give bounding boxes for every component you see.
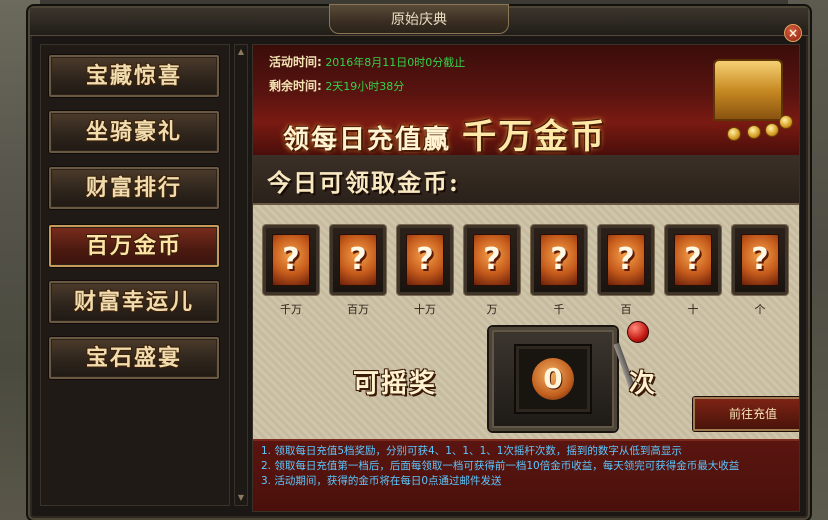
mystery-card-icon: ?	[272, 234, 310, 286]
banner-title-highlight: 千万金币	[462, 117, 607, 157]
card-label: 十万	[414, 303, 436, 316]
gold-coin-icon	[779, 115, 793, 129]
note-line: 2. 领取每日充值第一档后，后面每领取一档可获得前一档10倍金币收益，每天领完可…	[261, 460, 740, 472]
sidebar-item-gem-feast[interactable]: 宝石盛宴	[49, 337, 219, 379]
event-window: 原始庆典 × 宝藏惊喜 坐骑豪礼 财富排行 百万金币 财富幸运儿 宝石盛宴 ▲ …	[28, 4, 810, 520]
card-label: 百	[620, 303, 632, 316]
sidebar-item-lucky-wealth[interactable]: 财富幸运儿	[49, 281, 219, 323]
digit-card-million: ?	[330, 225, 386, 295]
note-line: 1. 领取每日充值5档奖励，分别可获4、1、1、1、1次摇杆次数，摇到的数字从低…	[261, 445, 682, 457]
slot-machine: 0	[489, 327, 617, 431]
card-label: 千万	[280, 303, 302, 316]
mystery-card-icon: ?	[406, 234, 444, 286]
digit-card-ten-million: ?	[263, 225, 319, 295]
sidebar: 宝藏惊喜 坐骑豪礼 财富排行 百万金币 财富幸运儿 宝石盛宴	[40, 44, 230, 506]
digit-card-hundred-thousand: ?	[397, 225, 453, 295]
gold-coin-icon	[727, 127, 741, 141]
digit-card-ten-thousand: ?	[464, 225, 520, 295]
remaining-time: 剩余时间: 2天19小时38分	[269, 77, 404, 94]
banner-title: 领每日充值赢 千万金币	[283, 109, 606, 158]
digit-card-hundred: ?	[598, 225, 654, 295]
main-panel: 活动时间: 2016年8月11日0时0分截止 剩余时间: 2天19小时38分 领…	[252, 44, 800, 512]
activity-time-label: 活动时间:	[269, 55, 322, 69]
card-label: 千	[553, 303, 565, 316]
treasure-chest-icon	[713, 59, 783, 121]
card-label: 万	[486, 303, 498, 316]
mystery-card-icon: ?	[741, 234, 779, 286]
card-label: 十	[687, 303, 699, 316]
mystery-card-icon: ?	[674, 234, 712, 286]
slot-window: 0	[514, 344, 592, 414]
gold-coin-icon	[765, 123, 779, 137]
today-header: 今日可领取金币:	[253, 155, 799, 205]
sidebar-item-wealth-ranking[interactable]: 财富排行	[49, 167, 219, 209]
rules-notes: 1. 领取每日充值5档奖励，分别可获4、1、1、1、1次摇杆次数，摇到的数字从低…	[253, 439, 799, 511]
times-label: 次	[629, 369, 656, 399]
card-label: 个	[754, 303, 766, 316]
remaining-time-label: 剩余时间:	[269, 79, 322, 93]
go-recharge-button[interactable]: 前往充值	[693, 397, 799, 431]
mystery-card-icon: ?	[540, 234, 578, 286]
digit-card-ten: ?	[665, 225, 721, 295]
sidebar-item-million-gold[interactable]: 百万金币	[49, 225, 219, 267]
lever-knob-icon[interactable]	[627, 321, 649, 343]
note-line: 3. 活动期间，获得的金币将在每日0点通过邮件发送	[261, 475, 502, 487]
banner-title-prefix: 领每日充值赢	[283, 125, 452, 155]
mystery-card-icon: ?	[339, 234, 377, 286]
gold-coin-icon	[747, 125, 761, 139]
window-title: 原始庆典	[329, 4, 509, 34]
sidebar-item-mount-gift[interactable]: 坐骑豪礼	[49, 111, 219, 153]
digit-card-one: ?	[732, 225, 788, 295]
event-banner: 活动时间: 2016年8月11日0时0分截止 剩余时间: 2天19小时38分 领…	[253, 45, 799, 158]
scroll-up-icon[interactable]: ▲	[236, 47, 246, 57]
card-label: 百万	[347, 303, 369, 316]
activity-time: 活动时间: 2016年8月11日0时0分截止	[269, 53, 465, 70]
digit-card-thousand: ?	[531, 225, 587, 295]
activity-time-value: 2016年8月11日0时0分截止	[325, 56, 466, 69]
today-title: 今日可领取金币:	[267, 168, 460, 197]
close-button[interactable]: ×	[784, 24, 802, 42]
sidebar-item-treasure-surprise[interactable]: 宝藏惊喜	[49, 55, 219, 97]
mystery-card-icon: ?	[473, 234, 511, 286]
shake-label: 可摇奖	[353, 369, 438, 399]
scroll-down-icon[interactable]: ▼	[236, 493, 246, 503]
sidebar-scrollbar[interactable]: ▲ ▼	[234, 44, 248, 506]
titlebar: 原始庆典	[30, 4, 808, 36]
shake-count: 0	[532, 358, 574, 400]
remaining-time-value: 2天19小时38分	[325, 80, 405, 93]
mystery-card-icon: ?	[607, 234, 645, 286]
